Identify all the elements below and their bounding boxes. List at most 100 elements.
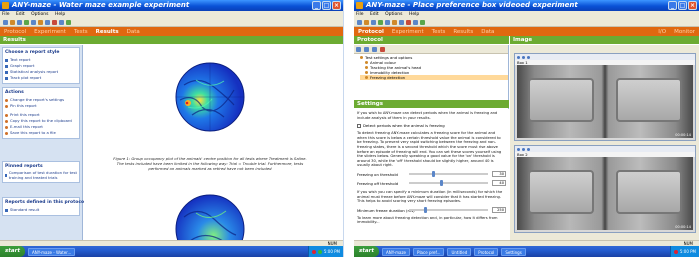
freezing-off-value[interactable]: 40 [492,180,506,187]
zoom-icon[interactable] [522,147,525,151]
disk-icon [5,131,8,135]
pin-report-link[interactable]: Pin this report [5,103,77,109]
chamber-right [615,78,683,122]
freezing-on-value[interactable]: 30 [492,171,506,178]
printer-icon [5,113,8,117]
record-icon[interactable] [527,55,530,59]
tree-item-freezing[interactable]: Freezing detection [360,75,508,80]
camera-view-box2: Box 2 00:00:14 [514,145,696,233]
taskbar-item-anymaze[interactable]: ANY-maze - Water... [27,247,76,256]
pinned-report-item[interactable]: Comparison of test duration for test tra… [5,170,77,180]
help-icon[interactable] [66,19,71,25]
menu-options[interactable]: Options [31,12,48,17]
tab-results[interactable]: Results [453,29,473,35]
standard-result-item[interactable]: Standard result [5,207,77,213]
print-icon[interactable] [24,19,29,25]
new-icon[interactable] [3,19,8,25]
slider-thumb[interactable] [431,171,435,178]
detect-freezing-checkbox[interactable]: Detect periods when the animal is freezi… [357,123,506,128]
menu-edit[interactable]: Edit [370,12,379,17]
save-icon[interactable] [17,19,22,25]
print-icon[interactable] [378,19,383,25]
play-icon[interactable] [517,55,520,59]
window-title: ANY-maze - Water maze example experiment [12,1,190,9]
open-icon[interactable] [10,19,15,25]
track-plot-report-link[interactable]: Track plot report [5,75,77,81]
menu-help[interactable]: Help [409,12,419,17]
close-icon[interactable]: × [688,1,697,10]
delete-icon[interactable] [52,19,57,25]
record-icon[interactable] [527,147,530,151]
app-icon [2,2,9,9]
taskbar-item[interactable]: Untitled [447,247,472,256]
menu-file[interactable]: File [356,12,364,17]
close-icon[interactable]: × [332,1,341,10]
copy-icon[interactable] [372,46,377,52]
save-icon[interactable] [371,19,376,25]
menu-edit[interactable]: Edit [16,12,25,17]
slider-thumb[interactable] [439,180,443,187]
tab-monitor[interactable]: Monitor [674,29,695,35]
minimize-icon[interactable]: _ [312,1,321,10]
start-button[interactable]: start [354,246,379,257]
pinned-title: Pinned reports [5,164,43,169]
copy-icon[interactable] [38,19,43,25]
freezing-on-label: Freezing on threshold [357,171,398,177]
maximize-icon[interactable]: □ [322,1,331,10]
tab-results[interactable]: Results [96,29,119,35]
occupancy-plot-1 [175,62,245,132]
intro-text: If you wish to ANY-maze can detect perio… [357,111,498,120]
freezing-on-slider[interactable] [409,171,488,178]
play-icon[interactable] [517,147,520,151]
start-button[interactable]: start [0,246,25,257]
tab-io[interactable]: I/O [658,29,666,35]
new-icon[interactable] [357,19,362,25]
taskbar-item[interactable]: Settings [501,247,526,256]
menu-help[interactable]: Help [55,12,65,17]
tab-protocol[interactable]: Protocol [358,29,384,35]
help-icon[interactable] [420,19,425,25]
paste-icon[interactable] [399,19,404,25]
screenshot-water-maze: ANY-maze - Water maze example experiment… [0,0,344,257]
save-report-link[interactable]: Save this report to a file [5,130,77,136]
chamber-right [615,170,683,214]
zoom-icon[interactable] [522,55,525,59]
min-duration-slider[interactable] [409,207,488,214]
freezing-off-slider[interactable] [409,180,488,187]
delete-icon[interactable] [380,46,385,52]
tab-experiment[interactable]: Experiment [392,29,424,35]
tab-data[interactable]: Data [481,29,494,35]
settings-header: Settings [354,100,509,108]
tab-protocol[interactable]: Protocol [4,29,26,35]
tab-experiment[interactable]: Experiment [34,29,66,35]
window-controls: _ □ × [668,1,697,10]
taskbar-item[interactable]: Place pref... [413,247,445,256]
freezing-off-label: Freezing off threshold [357,180,399,186]
taskbar-item[interactable]: Protocol [474,247,499,256]
open-icon[interactable] [364,19,369,25]
clock: 5:00 PM [323,249,340,254]
add-icon[interactable] [356,46,361,52]
min-duration-explanation: If you wish you can specify a minimum du… [357,189,503,204]
cut-icon[interactable] [31,19,36,25]
minimize-icon[interactable]: _ [668,1,677,10]
tab-data[interactable]: Data [127,29,140,35]
menu-options[interactable]: Options [385,12,402,17]
pin-icon [5,104,8,108]
menu-file[interactable]: File [2,12,10,17]
settings-icon[interactable] [59,19,64,25]
copy-icon[interactable] [392,19,397,25]
paste-icon[interactable] [45,19,50,25]
edit-icon[interactable] [364,46,369,52]
taskbar-item[interactable]: ANY-maze [381,247,411,256]
min-duration-value[interactable]: 250 [492,207,506,214]
checkbox-box[interactable] [357,123,361,128]
maximize-icon[interactable]: □ [678,1,687,10]
clock: 5:00 PM [679,249,696,254]
slider-thumb[interactable] [423,207,427,214]
settings-icon[interactable] [413,19,418,25]
tab-tests[interactable]: Tests [432,29,446,35]
cut-icon[interactable] [385,19,390,25]
delete-icon[interactable] [406,19,411,25]
tab-tests[interactable]: Tests [74,29,88,35]
